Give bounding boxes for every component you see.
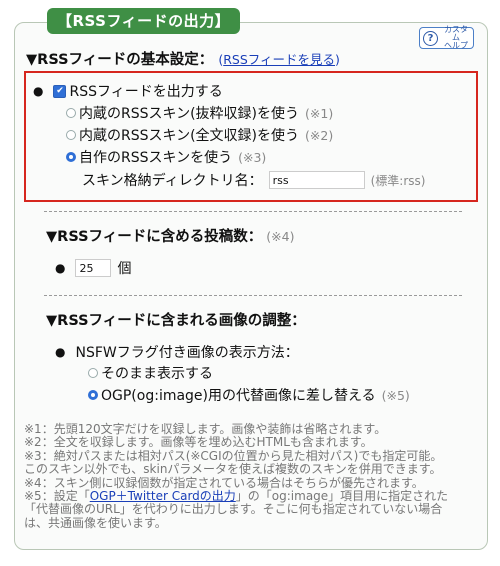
footnote-2: ※2：全文を収録します。画像等を埋め込むHTMLも含まれます。 bbox=[24, 435, 373, 450]
option-label: 内蔵のRSSスキン(抜粋収録)を使う bbox=[79, 106, 300, 122]
bullet: ● bbox=[33, 84, 44, 98]
option-note: (※5) bbox=[381, 387, 410, 403]
panel-legend: 【RSSフィードの出力】 bbox=[47, 8, 241, 34]
radio-custom[interactable] bbox=[66, 152, 76, 162]
radio-asis[interactable] bbox=[88, 368, 98, 378]
custom-help-button[interactable]: ? カスタム ヘルプ bbox=[419, 25, 474, 50]
skin-option-full[interactable]: 内蔵のRSSスキン(全文収録)を使う (※2) bbox=[66, 125, 333, 145]
images-title: ▼RSSフィードに含まれる画像の調整： bbox=[46, 313, 306, 329]
radio-excerpt[interactable] bbox=[66, 108, 76, 118]
option-label: 内蔵のRSSスキン(全文収録)を使う bbox=[79, 128, 300, 144]
count-unit: 個 bbox=[117, 261, 132, 277]
view-rss-link[interactable]: RSSフィードを見る bbox=[223, 52, 335, 67]
skin-dir-input[interactable]: rss bbox=[268, 171, 365, 189]
help-label: カスタム ヘルプ bbox=[444, 25, 468, 50]
nsfw-option-asis[interactable]: そのまま表示する bbox=[88, 363, 213, 383]
skin-dir-default: (標準:rss) bbox=[370, 173, 426, 188]
count-title: ▼RSSフィードに含める投稿数： (※4) bbox=[46, 229, 295, 245]
count-input[interactable]: 25 bbox=[75, 259, 112, 277]
option-note: (※1) bbox=[305, 105, 334, 121]
question-icon: ? bbox=[423, 30, 438, 46]
skin-dir-label: スキン格納ディレクトリ名： bbox=[82, 173, 263, 189]
skin-dir-row: スキン格納ディレクトリ名： rss (標準:rss) bbox=[82, 170, 425, 190]
link-close-paren: ) bbox=[335, 52, 340, 67]
output-rss-label[interactable]: RSSフィードを出力する bbox=[69, 81, 222, 101]
bullet: ● bbox=[55, 261, 66, 275]
option-note: (※3) bbox=[238, 149, 267, 165]
footnote-5-end: は、共通画像を使います。 bbox=[24, 515, 167, 530]
nsfw-option-replace[interactable]: OGP(og:image)用の代替画像に差し替える (※5) bbox=[88, 385, 410, 405]
footnotes: ※1：先頭120文字だけを収録します。画像や装飾は省略されます。 ※2：全文を収… bbox=[24, 422, 476, 530]
nsfw-row: ● NSFWフラグ付き画像の表示方法： bbox=[55, 342, 299, 362]
basic-settings-title: ▼RSSフィードの基本設定： (RSSフィードを見る) bbox=[26, 52, 340, 68]
count-note: (※4) bbox=[266, 229, 295, 244]
count-row: ● 25 個 bbox=[55, 258, 131, 278]
ogp-twitter-card-link[interactable]: OGP＋Twitter Cardの出力 bbox=[90, 489, 236, 503]
bullet: ● bbox=[55, 345, 66, 359]
output-rss-checkbox[interactable]: ✔ bbox=[53, 84, 67, 98]
radio-replace[interactable] bbox=[88, 390, 98, 400]
divider bbox=[44, 295, 462, 296]
nsfw-label: NSFWフラグ付き画像の表示方法： bbox=[75, 345, 299, 361]
option-label: 自作のRSSスキンを使う bbox=[79, 150, 233, 166]
footnote-3-cont: このスキン以外でも、skinパラメータを使えば複数のスキンを併用できます。 bbox=[24, 462, 442, 477]
output-rss-row: ● ✔ RSSフィードを出力する bbox=[33, 81, 223, 101]
option-note: (※2) bbox=[305, 127, 334, 143]
skin-option-custom[interactable]: 自作のRSSスキンを使う (※3) bbox=[66, 147, 266, 167]
divider bbox=[44, 211, 462, 212]
option-label: OGP(og:image)用の代替画像に差し替える bbox=[101, 388, 376, 404]
option-label: そのまま表示する bbox=[101, 366, 213, 382]
skin-option-excerpt[interactable]: 内蔵のRSSスキン(抜粋収録)を使う (※1) bbox=[66, 103, 333, 123]
radio-full[interactable] bbox=[66, 130, 76, 140]
footnote-5-cont: 「代替画像のURL」を代わりに出力します。そこに何も指定されていない場合 bbox=[24, 502, 443, 517]
